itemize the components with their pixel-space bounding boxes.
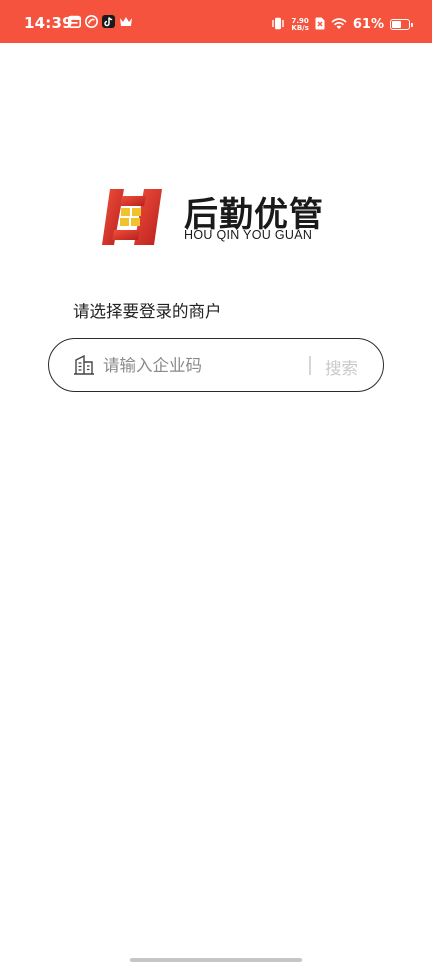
- status-bar: 14:39 7.90 KB/s 61%: [0, 0, 432, 43]
- enterprise-code-input[interactable]: [103, 352, 293, 378]
- shopee-icon: [85, 15, 98, 28]
- vibrate-icon: [271, 15, 285, 34]
- merchant-prompt: 请选择要登录的商户: [73, 302, 222, 321]
- search-button[interactable]: 搜索: [325, 355, 358, 379]
- status-time: 14:39: [24, 14, 73, 32]
- battery-percent: 61%: [352, 17, 384, 32]
- logo-english-name: HOU QIN YOU GUAN: [184, 228, 313, 242]
- battery-fill: [392, 21, 402, 28]
- battery-icon: [390, 19, 413, 30]
- app-logo: 后勤优管 HOU QIN YOU GUAN: [100, 184, 336, 250]
- crown-icon: [119, 15, 133, 28]
- building-icon: [73, 354, 95, 379]
- net-speed-unit: KB/s: [291, 23, 309, 32]
- sim-off-icon: [315, 15, 325, 34]
- search-divider: [309, 356, 311, 375]
- enterprise-code-search-box: 搜索: [48, 338, 384, 392]
- net-speed: 7.90 KB/s: [291, 17, 309, 32]
- notification-icons: [68, 15, 133, 28]
- calendar-icon: [68, 15, 81, 28]
- wifi-icon: [331, 15, 347, 34]
- system-icons: 7.90 KB/s 61%: [271, 15, 413, 34]
- tiktok-icon: [102, 15, 115, 28]
- logo-mark-icon: [102, 189, 162, 245]
- home-indicator[interactable]: [130, 958, 302, 962]
